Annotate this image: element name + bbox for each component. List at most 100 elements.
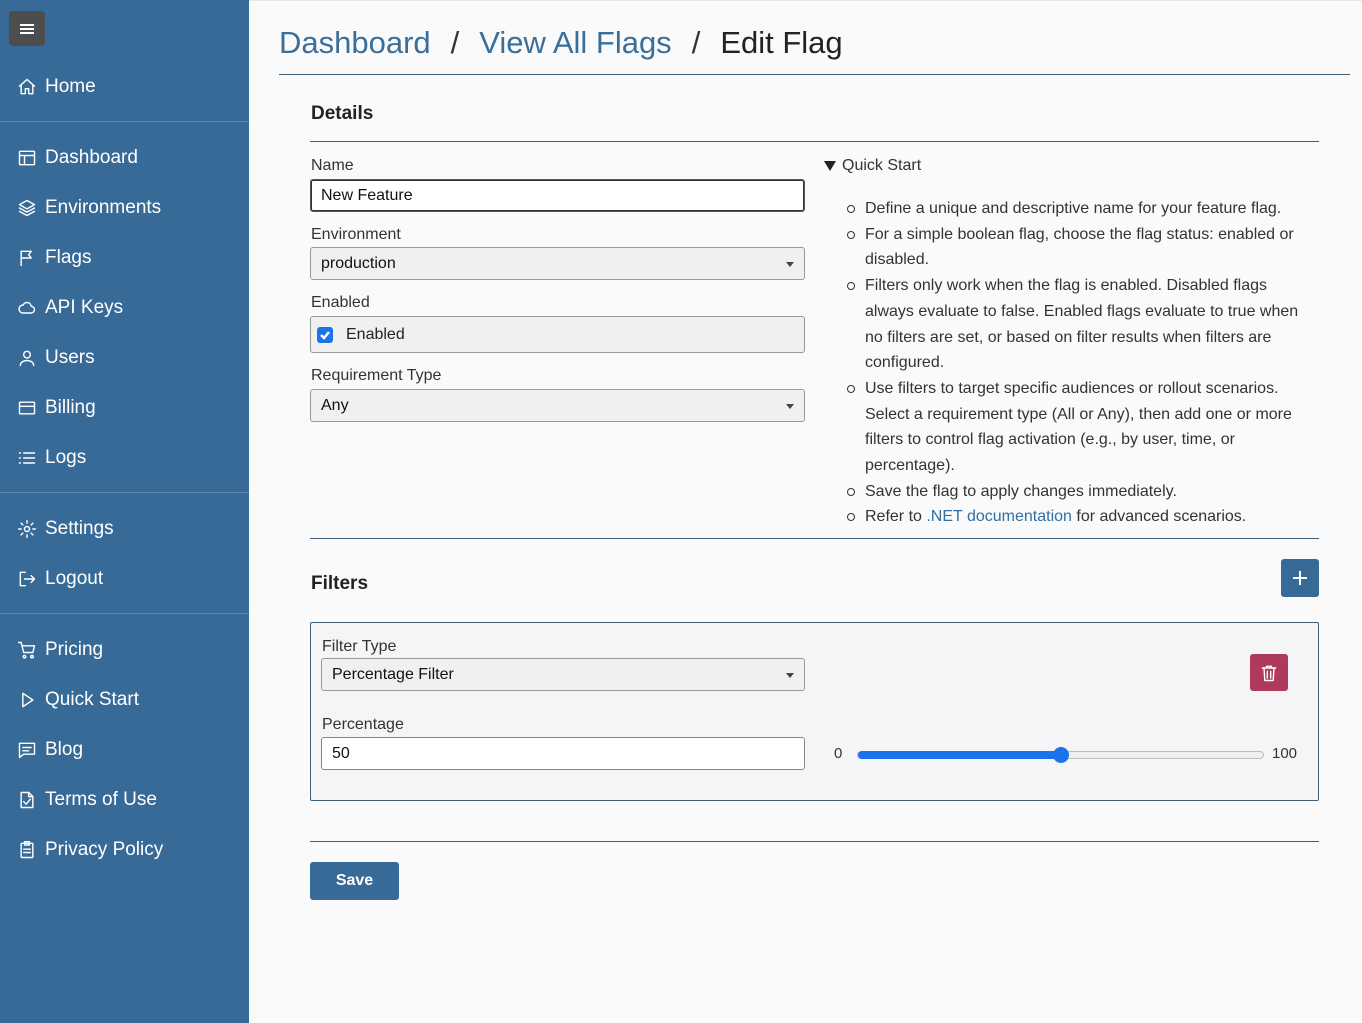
enabled-checkbox-label[interactable]: Enabled [346, 326, 405, 344]
percentage-input[interactable]: 50 [321, 737, 805, 770]
requirement-type-select[interactable]: Any [310, 389, 805, 422]
sidebar-item-api-keys[interactable]: API Keys [0, 283, 249, 333]
sidebar-item-home[interactable]: Home [0, 62, 249, 112]
save-button[interactable]: Save [310, 862, 399, 900]
filter-type-select[interactable]: Percentage Filter [321, 658, 805, 691]
nav-group-main: Dashboard Environments Flags API Keys Us… [0, 133, 249, 483]
add-filter-button[interactable] [1281, 559, 1319, 597]
quick-start-item: For a simple boolean flag, choose the fl… [847, 222, 1317, 273]
sidebar-item-label: Flags [45, 247, 92, 268]
sidebar: Home Dashboard Environments Flags API Ke… [0, 0, 249, 1023]
quick-start-item: Define a unique and descriptive name for… [847, 196, 1317, 222]
sidebar-item-quick-start[interactable]: Quick Start [0, 675, 249, 725]
caret-down-icon [786, 262, 794, 267]
sidebar-item-label: Environments [45, 197, 162, 218]
quick-start-item: Use filters to target specific audiences… [847, 376, 1317, 479]
main-content: Dashboard / View All Flags / Edit Flag D… [249, 0, 1362, 1023]
flag-icon [16, 247, 38, 269]
filters-title: Filters [311, 573, 369, 594]
sidebar-item-label: Billing [45, 397, 96, 418]
filter-type-select-value: Percentage Filter [332, 665, 454, 683]
checkmark-icon [320, 330, 330, 340]
sidebar-item-logout[interactable]: Logout [0, 554, 249, 604]
dashboard-icon [16, 147, 38, 169]
slider-min-label: 0 [834, 745, 843, 762]
chat-icon [16, 739, 38, 761]
header-divider [279, 74, 1350, 75]
environment-select-value: production [321, 254, 396, 272]
requirement-type-label: Requirement Type [311, 367, 442, 384]
filter-card: Filter Type Percentage Filter Percentage… [310, 622, 1319, 801]
sidebar-item-label: Users [45, 347, 95, 368]
breadcrumb-separator: / [450, 25, 460, 60]
details-divider [310, 141, 1319, 142]
enabled-checkbox[interactable] [317, 326, 333, 343]
slider-max-label: 100 [1272, 745, 1298, 762]
sidebar-item-label: Terms of Use [45, 789, 157, 810]
file-check-icon [16, 789, 38, 811]
sidebar-item-pricing[interactable]: Pricing [0, 625, 249, 675]
section-divider [310, 538, 1319, 539]
sidebar-item-users[interactable]: Users [0, 333, 249, 383]
play-icon [16, 689, 38, 711]
filter-type-label: Filter Type [322, 638, 397, 655]
caret-down-icon [786, 673, 794, 678]
details-title: Details [311, 103, 374, 124]
sidebar-item-label: Logout [45, 568, 104, 589]
sidebar-item-label: Dashboard [45, 147, 138, 168]
sidebar-item-blog[interactable]: Blog [0, 725, 249, 775]
quick-start-text: Refer to [865, 508, 927, 526]
sidebar-item-dashboard[interactable]: Dashboard [0, 133, 249, 183]
sidebar-divider [0, 492, 249, 493]
logout-icon [16, 568, 38, 590]
plus-icon [1293, 571, 1307, 585]
breadcrumb: Dashboard / View All Flags / Edit Flag [279, 25, 843, 61]
quick-start-toggle[interactable]: Quick Start [824, 157, 921, 175]
layers-icon [16, 197, 38, 219]
slider-fill [858, 751, 1061, 759]
slider-thumb[interactable] [1052, 747, 1069, 763]
delete-filter-button[interactable] [1250, 654, 1288, 691]
sidebar-item-flags[interactable]: Flags [0, 233, 249, 283]
name-input[interactable]: New Feature [310, 179, 805, 212]
sidebar-item-label: Quick Start [45, 689, 139, 710]
caret-down-icon [786, 404, 794, 409]
name-label: Name [311, 157, 354, 174]
sidebar-item-label: Pricing [45, 639, 104, 660]
breadcrumb-link-view-all-flags[interactable]: View All Flags [479, 25, 671, 61]
sidebar-item-label: Blog [45, 739, 84, 760]
sidebar-item-label: Logs [45, 447, 87, 468]
sidebar-item-environments[interactable]: Environments [0, 183, 249, 233]
clipboard-icon [16, 839, 38, 861]
sidebar-item-privacy-policy[interactable]: Privacy Policy [0, 825, 249, 875]
page-title: Edit Flag [720, 25, 843, 60]
quick-start-item: Filters only work when the flag is enabl… [847, 273, 1317, 376]
quick-start-item: Save the flag to apply changes immediate… [847, 479, 1317, 505]
quick-start-list: Define a unique and descriptive name for… [847, 196, 1317, 530]
enabled-checkbox-container: Enabled [310, 316, 805, 353]
list-icon [16, 447, 38, 469]
sidebar-item-logs[interactable]: Logs [0, 433, 249, 483]
environment-select[interactable]: production [310, 247, 805, 280]
section-divider [310, 841, 1319, 842]
enabled-label: Enabled [311, 294, 370, 311]
sidebar-item-billing[interactable]: Billing [0, 383, 249, 433]
breadcrumb-link-dashboard[interactable]: Dashboard [279, 25, 431, 61]
nav-group-account: Settings Logout [0, 504, 249, 604]
cart-icon [16, 639, 38, 661]
dotnet-documentation-link[interactable]: .NET documentation [926, 508, 1072, 525]
gear-icon [16, 518, 38, 540]
percentage-slider[interactable] [857, 747, 1264, 763]
quick-start-item: Refer to .NET documentation for advanced… [847, 504, 1317, 530]
hamburger-menu-button[interactable] [9, 11, 45, 46]
nav-group-home: Home [0, 62, 249, 112]
quick-start-text: for advanced scenarios. [1071, 508, 1247, 526]
sidebar-item-terms-of-use[interactable]: Terms of Use [0, 775, 249, 825]
cloud-icon [16, 297, 38, 319]
environment-label: Environment [311, 226, 401, 243]
sidebar-divider [0, 613, 249, 614]
sidebar-item-label: Settings [45, 518, 114, 539]
sidebar-item-label: Home [45, 76, 96, 97]
sidebar-item-settings[interactable]: Settings [0, 504, 249, 554]
requirement-type-select-value: Any [321, 396, 349, 414]
